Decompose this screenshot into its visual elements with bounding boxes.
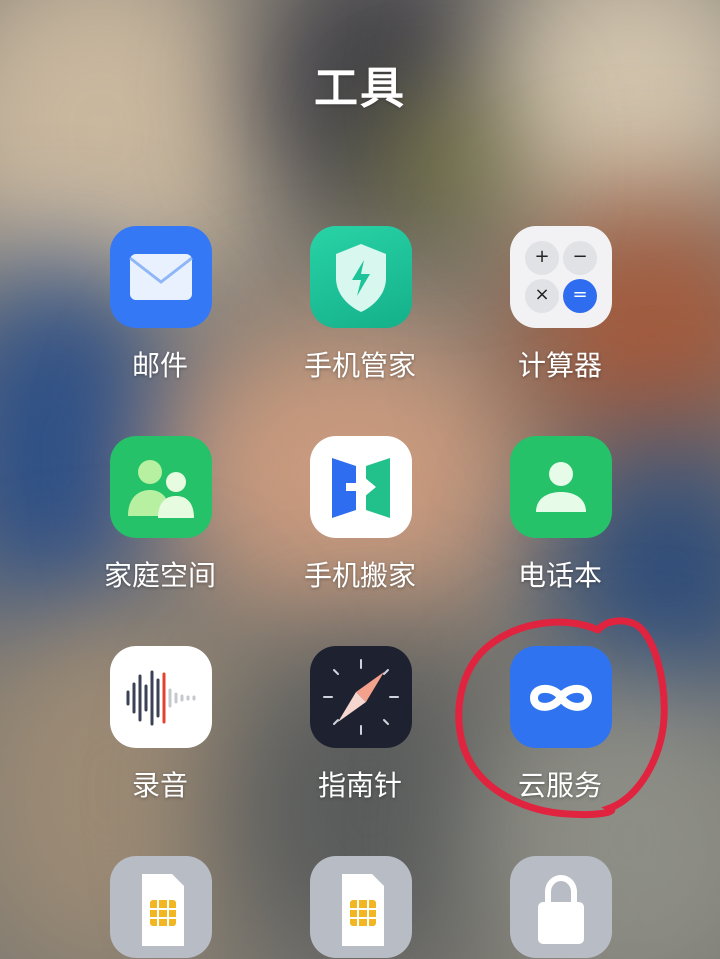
family-icon <box>110 436 212 538</box>
app-label: 指南针 <box>317 769 402 802</box>
calc-key-equals: = <box>572 284 588 305</box>
app-label: 手机搬家 <box>303 559 416 592</box>
app-mail[interactable]: 邮件 <box>60 226 260 386</box>
app-family-space[interactable]: 家庭空间 <box>60 436 260 596</box>
app-lock[interactable] <box>460 856 660 959</box>
app-calculator[interactable]: + − × = 计算器 <box>460 226 660 386</box>
app-phone-manager[interactable]: 手机管家 <box>260 226 460 386</box>
app-compass[interactable]: 指南针 <box>260 646 460 806</box>
app-recorder[interactable]: 录音 <box>60 646 260 806</box>
app-label: 录音 <box>131 769 188 802</box>
mail-icon <box>110 226 212 328</box>
app-label: 邮件 <box>131 349 188 382</box>
app-label: 计算器 <box>517 349 602 382</box>
app-sim-toolkit-2[interactable] <box>260 856 460 959</box>
app-label: 家庭空间 <box>103 559 216 592</box>
calc-key-multiply: × <box>534 284 550 305</box>
phone-clone-icon <box>310 436 412 538</box>
shield-bolt-icon <box>310 226 412 328</box>
app-sim-toolkit-1[interactable] <box>60 856 260 959</box>
sim-card-icon <box>110 856 212 958</box>
lock-icon <box>510 856 612 958</box>
calc-key-minus: − <box>572 246 588 267</box>
app-phone-clone[interactable]: 手机搬家 <box>260 436 460 596</box>
calc-key-plus: + <box>534 246 550 267</box>
sim-card-icon <box>310 856 412 958</box>
contact-icon <box>510 436 612 538</box>
app-label: 电话本 <box>517 559 602 592</box>
waveform-icon <box>110 646 212 748</box>
app-contacts[interactable]: 电话本 <box>460 436 660 596</box>
red-circle-annotation <box>455 617 668 818</box>
compass-icon <box>310 646 412 748</box>
app-label: 手机管家 <box>303 349 416 382</box>
calculator-icon: + − × = <box>510 226 612 328</box>
